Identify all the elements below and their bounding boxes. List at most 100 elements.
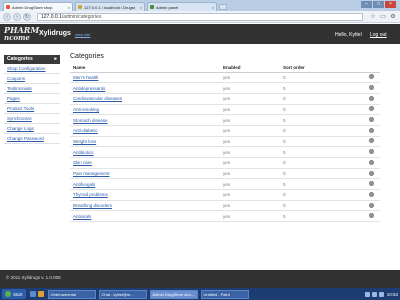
volume-icon[interactable] [371, 291, 377, 297]
edit-gear-icon[interactable] [369, 213, 374, 219]
edit-gear-icon[interactable] [369, 159, 374, 165]
category-name-link[interactable]: Skin care [73, 160, 92, 165]
enabled-cell: yes [220, 146, 280, 158]
sidebar-item-product-tools[interactable]: Product Tools [4, 104, 60, 114]
edit-gear-icon[interactable] [369, 170, 374, 176]
reload-icon[interactable]: ↻ [23, 12, 31, 21]
enabled-cell: yes [220, 168, 280, 180]
sidebar-item-pages[interactable]: Pages [4, 94, 60, 104]
browser-tab[interactable]: Admin DrugStore shop × [3, 2, 73, 11]
column-header-sort-order[interactable]: Sort order [280, 63, 350, 73]
sort-order-cell: 0 [280, 210, 350, 223]
category-name-link[interactable]: Breathing disorders [73, 203, 112, 208]
enabled-cell: yes [220, 136, 280, 148]
view-site-link[interactable]: view site [75, 32, 90, 37]
logout-link[interactable]: Log out [370, 32, 387, 38]
category-name-link[interactable]: Weight loss [73, 139, 96, 144]
sidebar-item-coupons[interactable]: Coupons [4, 74, 60, 84]
category-name-cell: Antivirals [70, 210, 220, 223]
browser-tab[interactable]: Admin panel × [147, 2, 217, 11]
browser-launch-icon[interactable] [37, 291, 44, 297]
sidebar-item-shop-configuration[interactable]: Shop Configuration [4, 64, 60, 74]
category-name-link[interactable]: Antidepressants [73, 86, 105, 91]
table-row: Breathing disorders yes 0 [70, 200, 380, 212]
category-name-link[interactable]: Cardiovascular diseases [73, 96, 122, 101]
wrench-icon[interactable]: ⚙ [389, 13, 397, 21]
url-host: 127.0.0.1 [41, 13, 62, 20]
page-title: Categories [70, 53, 104, 60]
sort-order-cell: 0 [280, 178, 350, 191]
edit-gear-icon[interactable] [369, 95, 374, 101]
close-tab-icon[interactable]: × [212, 5, 214, 10]
edit-gear-icon[interactable] [369, 181, 374, 187]
category-name-link[interactable]: Men's health [73, 75, 98, 80]
clock[interactable]: 10:53 [387, 292, 398, 297]
actions-cell [350, 146, 380, 158]
enabled-cell: yes [220, 82, 280, 94]
browser-tab[interactable]: 127.0.0.1 / localhost / Drugst × [75, 2, 145, 11]
table-row: Antifungals yes 0 [70, 178, 380, 191]
edit-gear-icon[interactable] [369, 202, 374, 208]
category-name-cell: Antifungals [70, 178, 220, 191]
forward-icon[interactable]: › [13, 12, 21, 21]
back-icon[interactable]: ‹ [3, 12, 11, 21]
maximize-window-icon[interactable]: □ [373, 1, 384, 8]
show-desktop-icon[interactable] [29, 291, 36, 297]
category-name-link[interactable]: Antifungals [73, 182, 95, 187]
site-footer: © 2011 Xylidrugs v. 1.0.008 [0, 270, 400, 288]
edit-gear-icon[interactable] [369, 106, 374, 112]
table-row: Anti-smoking yes 0 [70, 104, 380, 116]
star-icon[interactable]: ☆ [369, 13, 377, 21]
favicon-icon [78, 5, 82, 9]
sidebar-item-testimonials[interactable]: Testimonials [4, 84, 60, 94]
enabled-cell: yes [220, 93, 280, 105]
taskbar-item[interactable]: Ordenamental [47, 289, 96, 299]
enabled-cell: yes [220, 178, 280, 191]
table-row: Men's health yes 0 [70, 72, 380, 84]
category-name-link[interactable]: Anti-smoking [73, 107, 99, 112]
edit-gear-icon[interactable] [369, 74, 374, 80]
taskbar-item[interactable]: Admin DrugStore sho... [149, 289, 198, 299]
edit-gear-icon[interactable] [369, 127, 374, 133]
sort-order-cell: 0 [280, 136, 350, 148]
category-name-link[interactable]: Antibiotics [73, 150, 94, 155]
category-name-cell: Thyroid problems [70, 189, 220, 201]
category-name-link[interactable]: Thyroid problems [73, 192, 108, 197]
column-header-enabled[interactable]: Enabled [220, 63, 280, 73]
edit-gear-icon[interactable] [369, 138, 374, 144]
close-tab-icon[interactable]: × [68, 5, 70, 10]
category-name-link[interactable]: Stomach disease [73, 118, 108, 123]
close-window-icon[interactable]: × [385, 1, 396, 8]
url-input[interactable]: 127.0.0.1/admin/categories [37, 12, 363, 21]
category-name-link[interactable]: Antivirals [73, 214, 91, 219]
category-name-link[interactable]: Pain management [73, 171, 110, 176]
category-name-link[interactable]: Anti-diabetic [73, 128, 98, 133]
sidebar-item-categories[interactable]: Categories ▸ [4, 55, 60, 64]
edit-gear-icon[interactable] [369, 85, 374, 91]
start-button[interactable]: Start [2, 289, 26, 299]
shop-name: Xylidrugs [39, 30, 71, 37]
table-row: Skin care yes 0 [70, 157, 380, 169]
edit-gear-icon[interactable] [369, 191, 374, 197]
minimize-window-icon[interactable]: – [361, 1, 372, 8]
network-icon[interactable] [364, 291, 370, 297]
enabled-cell: yes [220, 157, 280, 169]
taskbar-item[interactable]: Untitled - Paint [200, 289, 249, 299]
new-tab-button[interactable] [219, 4, 227, 10]
sidebar-item-change-password[interactable]: Change Password [4, 134, 60, 144]
sidebar-item-change-logs[interactable]: Change Logs [4, 124, 60, 134]
sidebar-item-synchronize[interactable]: Synchronize [4, 114, 60, 124]
taskbar-item[interactable]: Chat - kyttel@m... [98, 289, 147, 299]
windows-orb-icon [5, 291, 11, 297]
table-header-row: Name Enabled Sort order [70, 63, 380, 73]
column-header-name[interactable]: Name [70, 63, 220, 73]
tray-app-icon[interactable] [378, 291, 384, 297]
actions-cell [350, 82, 380, 94]
logo[interactable]: PHARM ncome [4, 26, 39, 42]
edit-gear-icon[interactable] [369, 149, 374, 155]
sidebar-title: Categories [7, 56, 33, 62]
actions-cell [350, 168, 380, 180]
edit-gear-icon[interactable] [369, 117, 374, 123]
close-tab-icon[interactable]: × [140, 5, 142, 10]
page-menu-icon[interactable]: ▭ [379, 13, 387, 21]
